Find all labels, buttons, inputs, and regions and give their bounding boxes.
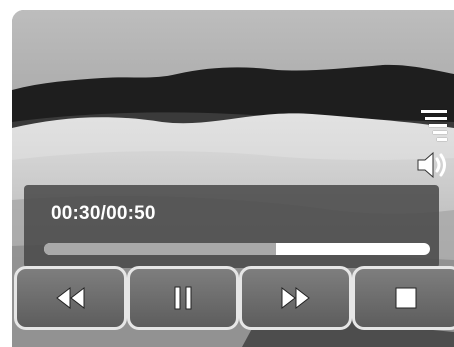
video-viewport: 00:30/00:50 (12, 10, 454, 347)
time-display: 00:30/00:50 (51, 203, 156, 224)
playback-info-panel: 00:30/00:50 (24, 185, 439, 268)
stop-icon (395, 287, 417, 309)
rewind-button[interactable] (14, 266, 127, 330)
pause-icon (174, 286, 192, 310)
progress-bar[interactable] (44, 243, 430, 255)
fast-forward-button[interactable] (239, 266, 352, 330)
progress-fill (44, 243, 276, 255)
volume-level-icon (421, 110, 447, 146)
fast-forward-icon (281, 287, 310, 309)
speaker-icon[interactable] (415, 148, 449, 182)
rewind-icon (55, 287, 84, 309)
pause-button[interactable] (127, 266, 239, 330)
stop-button[interactable] (352, 266, 454, 330)
